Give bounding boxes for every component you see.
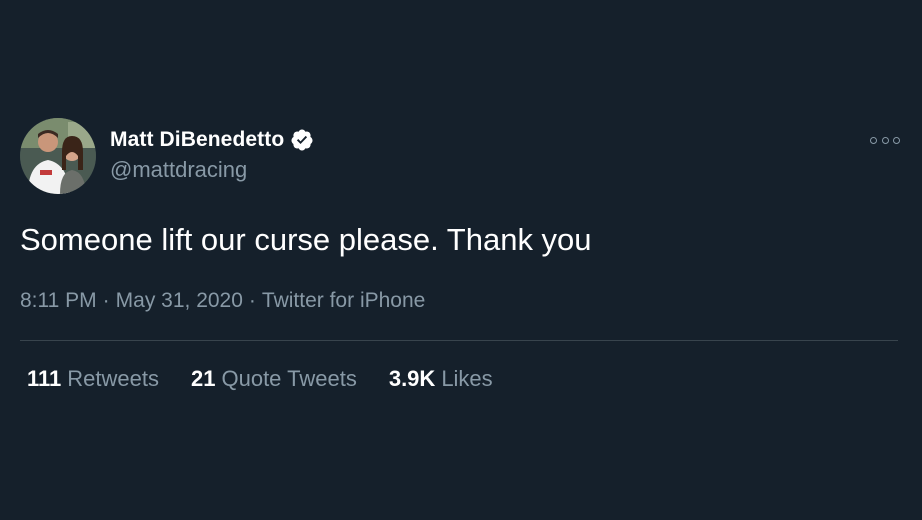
user-handle[interactable]: @mattdracing [110,157,314,183]
avatar-photo [20,118,96,194]
tweet-header: Matt DiBenedetto @mattdracing [20,118,900,196]
user-info: Matt DiBenedetto @mattdracing [110,125,314,183]
tweet-text: Someone lift our curse please. Thank you [20,222,592,257]
more-dot [881,136,889,144]
quote-tweets-count: 21 [191,366,216,391]
quote-tweets-stat[interactable]: 21 Quote Tweets [191,366,357,392]
more-dot [893,136,900,144]
likes-count: 3.9K [388,366,436,391]
avatar[interactable] [20,118,96,194]
tweet-time[interactable]: 8:11 PM [20,289,97,312]
verified-badge-icon [291,129,313,151]
more-options-icon[interactable] [870,132,900,148]
retweets-count: 111 [27,366,62,391]
tweet-card: Matt DiBenedetto @mattdracing Someone li… [0,0,922,520]
divider [20,340,898,341]
likes-label: Likes [441,366,493,391]
meta-separator: · [248,289,256,312]
retweets-stat[interactable]: 111 Retweets [27,366,159,392]
likes-stat[interactable]: 3.9K Likes [389,366,493,392]
more-dot [870,136,877,144]
tweet-meta: 8:11 PM · May 31, 2020 · Twitter for iPhone [20,289,425,313]
tweet-stats: 111 Retweets 21 Quote Tweets 3.9K Likes [27,366,525,392]
retweets-label: Retweets [67,366,159,391]
quote-tweets-label: Quote Tweets [221,366,357,391]
tweet-date[interactable]: May 31, 2020 [116,289,243,312]
display-name-row: Matt DiBenedetto [110,125,314,155]
display-name[interactable]: Matt DiBenedetto [110,128,284,152]
meta-separator: · [102,289,110,312]
tweet-source[interactable]: Twitter for iPhone [262,289,425,312]
